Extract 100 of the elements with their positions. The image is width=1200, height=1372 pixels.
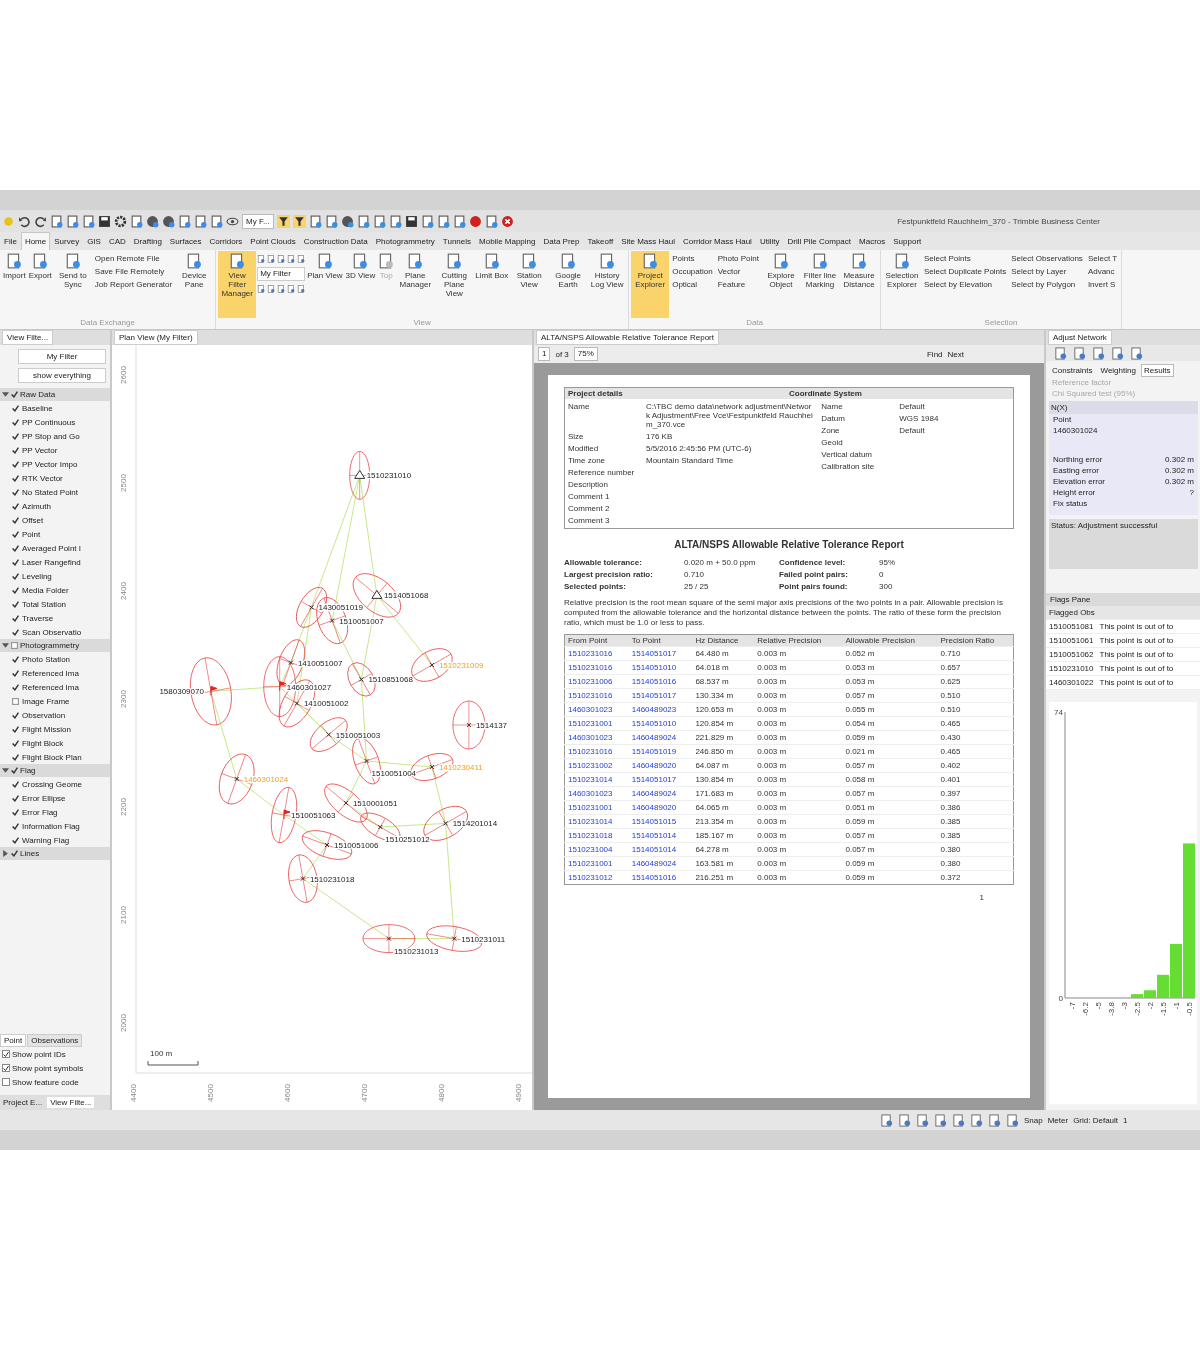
point-link[interactable]: 1514051017 [631,691,677,700]
options-tab[interactable]: Point [0,1034,27,1047]
ribbon-menu-item[interactable]: Points [672,254,713,263]
tree-item[interactable]: Point [22,529,41,539]
checkbox[interactable] [12,404,19,412]
checkbox[interactable] [12,586,19,594]
view-tab[interactable]: Plan View (My Filter) [114,330,198,345]
tree-item[interactable]: Flight Block Plan [22,752,82,762]
point-link[interactable]: 1514051015 [631,817,677,826]
units-label[interactable]: Meter [1047,1115,1069,1125]
flag-icon[interactable] [283,809,291,820]
tree-item[interactable]: Referenced Ima [22,668,79,678]
page-icon[interactable] [484,214,498,228]
ribbon-menu-item[interactable]: Advanc [1087,267,1118,276]
flag-icon[interactable] [279,681,287,692]
tree-item[interactable]: Crossing Geome [22,779,83,789]
snap-label[interactable]: Snap [1024,1115,1043,1125]
ribbon-button[interactable]: Project Explorer [631,251,670,318]
checkbox[interactable] [12,558,19,566]
point-link[interactable]: 1460301023 [568,733,613,742]
page-icon[interactable] [452,214,466,228]
checkbox[interactable] [12,725,19,733]
checkbox[interactable] [12,502,19,510]
panel-tab[interactable]: View Filte... [47,1097,95,1108]
checkbox[interactable] [12,628,19,636]
point-marker-icon[interactable] [466,722,472,728]
menu-tab[interactable]: Data Prep [539,232,584,250]
tree-item[interactable]: Photo Station [22,654,71,664]
tree-item[interactable]: RTK Vector [22,473,63,483]
point-link[interactable]: 1460489024 [631,789,677,798]
grid-label[interactable]: Grid: Default [1073,1115,1119,1125]
page-icon[interactable] [388,214,402,228]
tree-item[interactable]: Total Station [22,599,67,609]
checkbox[interactable] [11,767,18,774]
menu-tab[interactable]: Point Clouds [246,232,300,250]
tree-item[interactable]: PP Continuous [22,417,76,427]
point-link[interactable]: 1510231006 [568,677,613,686]
options-tab[interactable]: Observations [27,1034,83,1047]
ribbon-button[interactable]: Send to Sync [53,251,92,318]
filter-toggle-icon[interactable] [292,214,306,228]
point-marker-icon[interactable] [343,800,349,806]
tree-item[interactable]: Leveling [22,571,52,581]
checkbox[interactable] [12,753,19,761]
checkbox[interactable] [12,614,19,622]
ribbon-menu-item[interactable]: Occupation [672,267,713,276]
point-link[interactable]: 1514051014 [631,831,677,840]
menu-tab[interactable]: Home [20,232,51,250]
page-icon[interactable] [82,214,95,228]
checkbox[interactable] [12,418,19,426]
point-link[interactable]: 1514051014 [631,845,677,854]
menu-tab[interactable]: Photogrammetry [371,232,439,250]
point-link[interactable]: 1514051010 [631,719,677,728]
menu-tab[interactable]: Drill Pile Compact [783,232,856,250]
ribbon-button[interactable]: Plan View [306,251,344,318]
checkbox[interactable] [12,432,19,440]
point-link[interactable]: 1510231016 [568,663,613,672]
flagged-point[interactable]: 1510051062 [1049,650,1094,659]
results-tab[interactable]: Constraints [1049,364,1096,377]
page-icon[interactable] [356,214,370,228]
checkbox[interactable] [12,488,19,496]
point-link[interactable]: 1510231001 [568,803,613,812]
page-icon[interactable] [66,214,79,228]
menu-tab[interactable]: Construction Data [299,232,372,250]
save-icon[interactable] [404,214,418,228]
page-icon[interactable] [308,214,322,228]
point-marker-icon[interactable] [443,820,449,826]
page-icon[interactable] [130,214,143,228]
tree-item[interactable]: Scan Observatio [22,627,82,637]
tree-item[interactable]: PP Stop and Go [22,431,80,441]
menu-tab[interactable]: Survey [50,232,84,250]
checkbox[interactable] [2,1078,10,1086]
tree-item[interactable]: Information Flag [22,821,80,831]
redo-icon[interactable] [34,214,47,228]
point-marker-icon[interactable] [451,936,457,942]
menu-tab[interactable]: Corridors [205,232,247,250]
ribbon-menu-item[interactable]: Select Points [924,254,1007,263]
point-marker-icon[interactable] [326,732,332,738]
tree-item[interactable]: No Stated Point [22,487,79,497]
tree-group-label[interactable]: Point [1053,415,1072,424]
point-link[interactable]: 1514051017 [631,649,677,658]
globe-icon[interactable] [340,214,354,228]
menu-tab[interactable]: Site Mass Haul [617,232,679,250]
page-icon[interactable] [194,214,207,228]
menu-tab[interactable]: GIS [83,232,105,250]
page-icon[interactable] [372,214,386,228]
page-icon[interactable] [178,214,191,228]
point-marker-icon[interactable] [429,764,435,770]
checkbox[interactable] [12,474,19,482]
checkbox[interactable] [12,697,19,705]
record-icon[interactable] [468,214,482,228]
point-link[interactable]: 1514051017 [631,775,677,784]
ribbon-menu-item[interactable]: Optical [672,280,713,289]
menu-tab[interactable]: Mobile Mapping [475,232,540,250]
expand-arrow-icon[interactable] [2,850,9,857]
ribbon-button[interactable]: Cutting Plane View [435,251,474,318]
checkbox[interactable] [12,572,19,580]
point-link[interactable]: 1510231004 [568,845,613,854]
menu-tab[interactable]: File [0,232,21,250]
ribbon-button[interactable]: Filter line Marking [801,251,839,318]
tree-item[interactable]: Baseline [22,403,53,413]
